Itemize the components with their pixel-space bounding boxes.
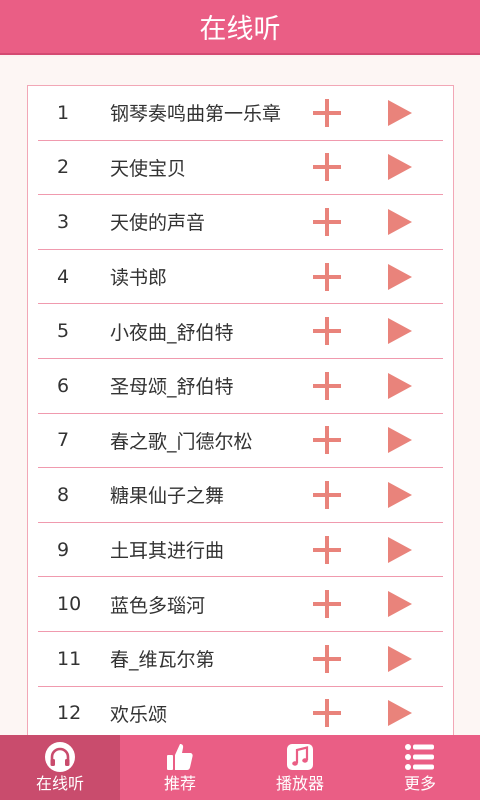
song-row[interactable]: 4 读书郎: [38, 250, 443, 305]
thumbs-up-icon: [167, 744, 193, 770]
song-title: 圣母颂_舒伯特: [110, 376, 234, 399]
song-row[interactable]: 5 小夜曲_舒伯特: [38, 304, 443, 359]
play-triangle-icon[interactable]: [383, 151, 415, 183]
play-triangle-icon[interactable]: [383, 261, 415, 293]
song-row[interactable]: 7 春之歌_门德尔松: [38, 414, 443, 469]
play-triangle-icon[interactable]: [383, 697, 415, 729]
song-title: 春之歌_门德尔松: [110, 430, 253, 453]
song-row[interactable]: 10 蓝色多瑙河: [38, 577, 443, 632]
play-triangle-icon[interactable]: [383, 315, 415, 347]
song-number: 2: [57, 156, 70, 179]
plus-icon[interactable]: [311, 206, 343, 238]
song-title: 读书郎: [110, 267, 168, 290]
song-title: 蓝色多瑙河: [110, 594, 206, 617]
list-menu-icon: [405, 744, 434, 770]
song-row[interactable]: 2 天使宝贝: [38, 141, 443, 196]
plus-icon[interactable]: [311, 424, 343, 456]
tab-more[interactable]: 更多: [360, 735, 480, 800]
song-number: 4: [57, 265, 70, 288]
song-row[interactable]: 9 土耳其进行曲: [38, 523, 443, 578]
music-note-icon: [287, 744, 313, 770]
song-title: 欢乐颂: [110, 703, 168, 726]
song-number: 11: [57, 647, 82, 670]
plus-icon[interactable]: [311, 370, 343, 402]
play-triangle-icon[interactable]: [383, 588, 415, 620]
song-number: 3: [57, 210, 70, 233]
tab-recommend[interactable]: 推荐: [120, 735, 240, 800]
song-number: 6: [57, 374, 70, 397]
song-number: 12: [57, 702, 82, 725]
song-row[interactable]: 3 天使的声音: [38, 195, 443, 250]
play-triangle-icon[interactable]: [383, 534, 415, 566]
play-triangle-icon[interactable]: [383, 370, 415, 402]
song-list-card: 1 钢琴奏鸣曲第一乐章 2 天使宝贝 3 天使的声音 4 读书郎 5 小夜曲_舒伯特 6 圣母颂_舒伯…: [27, 85, 454, 735]
song-number: 9: [57, 538, 70, 561]
song-row[interactable]: 12 欢乐颂: [38, 687, 443, 735]
song-number: 7: [57, 429, 70, 452]
play-triangle-icon[interactable]: [383, 643, 415, 675]
plus-icon[interactable]: [311, 315, 343, 347]
song-row[interactable]: 6 圣母颂_舒伯特: [38, 359, 443, 414]
song-row[interactable]: 11 春_维瓦尔第: [38, 632, 443, 687]
song-row[interactable]: 1 钢琴奏鸣曲第一乐章: [38, 86, 443, 141]
song-title: 春_维瓦尔第: [110, 649, 215, 672]
plus-icon[interactable]: [311, 643, 343, 675]
tab-online-listen[interactable]: 在线听: [0, 735, 120, 800]
play-triangle-icon[interactable]: [383, 479, 415, 511]
bottom-tab-bar: 在线听 推荐 播放器 更多: [0, 735, 480, 800]
headphones-icon: [45, 742, 75, 772]
song-title: 天使的声音: [110, 212, 206, 235]
plus-icon[interactable]: [311, 697, 343, 729]
plus-icon[interactable]: [311, 97, 343, 129]
plus-icon[interactable]: [311, 261, 343, 293]
song-title: 土耳其进行曲: [110, 540, 225, 563]
plus-icon[interactable]: [311, 534, 343, 566]
song-number: 1: [57, 101, 70, 124]
song-number: 8: [57, 483, 70, 506]
title-bar: 在线听: [0, 0, 480, 55]
song-title: 糖果仙子之舞: [110, 485, 225, 508]
song-title: 钢琴奏鸣曲第一乐章: [110, 103, 282, 126]
page-title: 在线听: [199, 14, 281, 45]
song-title: 小夜曲_舒伯特: [110, 321, 234, 344]
play-triangle-icon[interactable]: [383, 97, 415, 129]
song-list: 1 钢琴奏鸣曲第一乐章 2 天使宝贝 3 天使的声音 4 读书郎 5 小夜曲_舒伯特 6 圣母颂_舒伯…: [28, 86, 453, 735]
song-row[interactable]: 8 糖果仙子之舞: [38, 468, 443, 523]
song-number: 5: [57, 320, 70, 343]
plus-icon[interactable]: [311, 479, 343, 511]
tab-player[interactable]: 播放器: [240, 735, 360, 800]
plus-icon[interactable]: [311, 588, 343, 620]
play-triangle-icon[interactable]: [383, 424, 415, 456]
plus-icon[interactable]: [311, 151, 343, 183]
play-triangle-icon[interactable]: [383, 206, 415, 238]
song-number: 10: [57, 593, 82, 616]
song-title: 天使宝贝: [110, 157, 187, 180]
content-area: 1 钢琴奏鸣曲第一乐章 2 天使宝贝 3 天使的声音 4 读书郎 5 小夜曲_舒伯特 6 圣母颂_舒伯…: [0, 57, 480, 735]
